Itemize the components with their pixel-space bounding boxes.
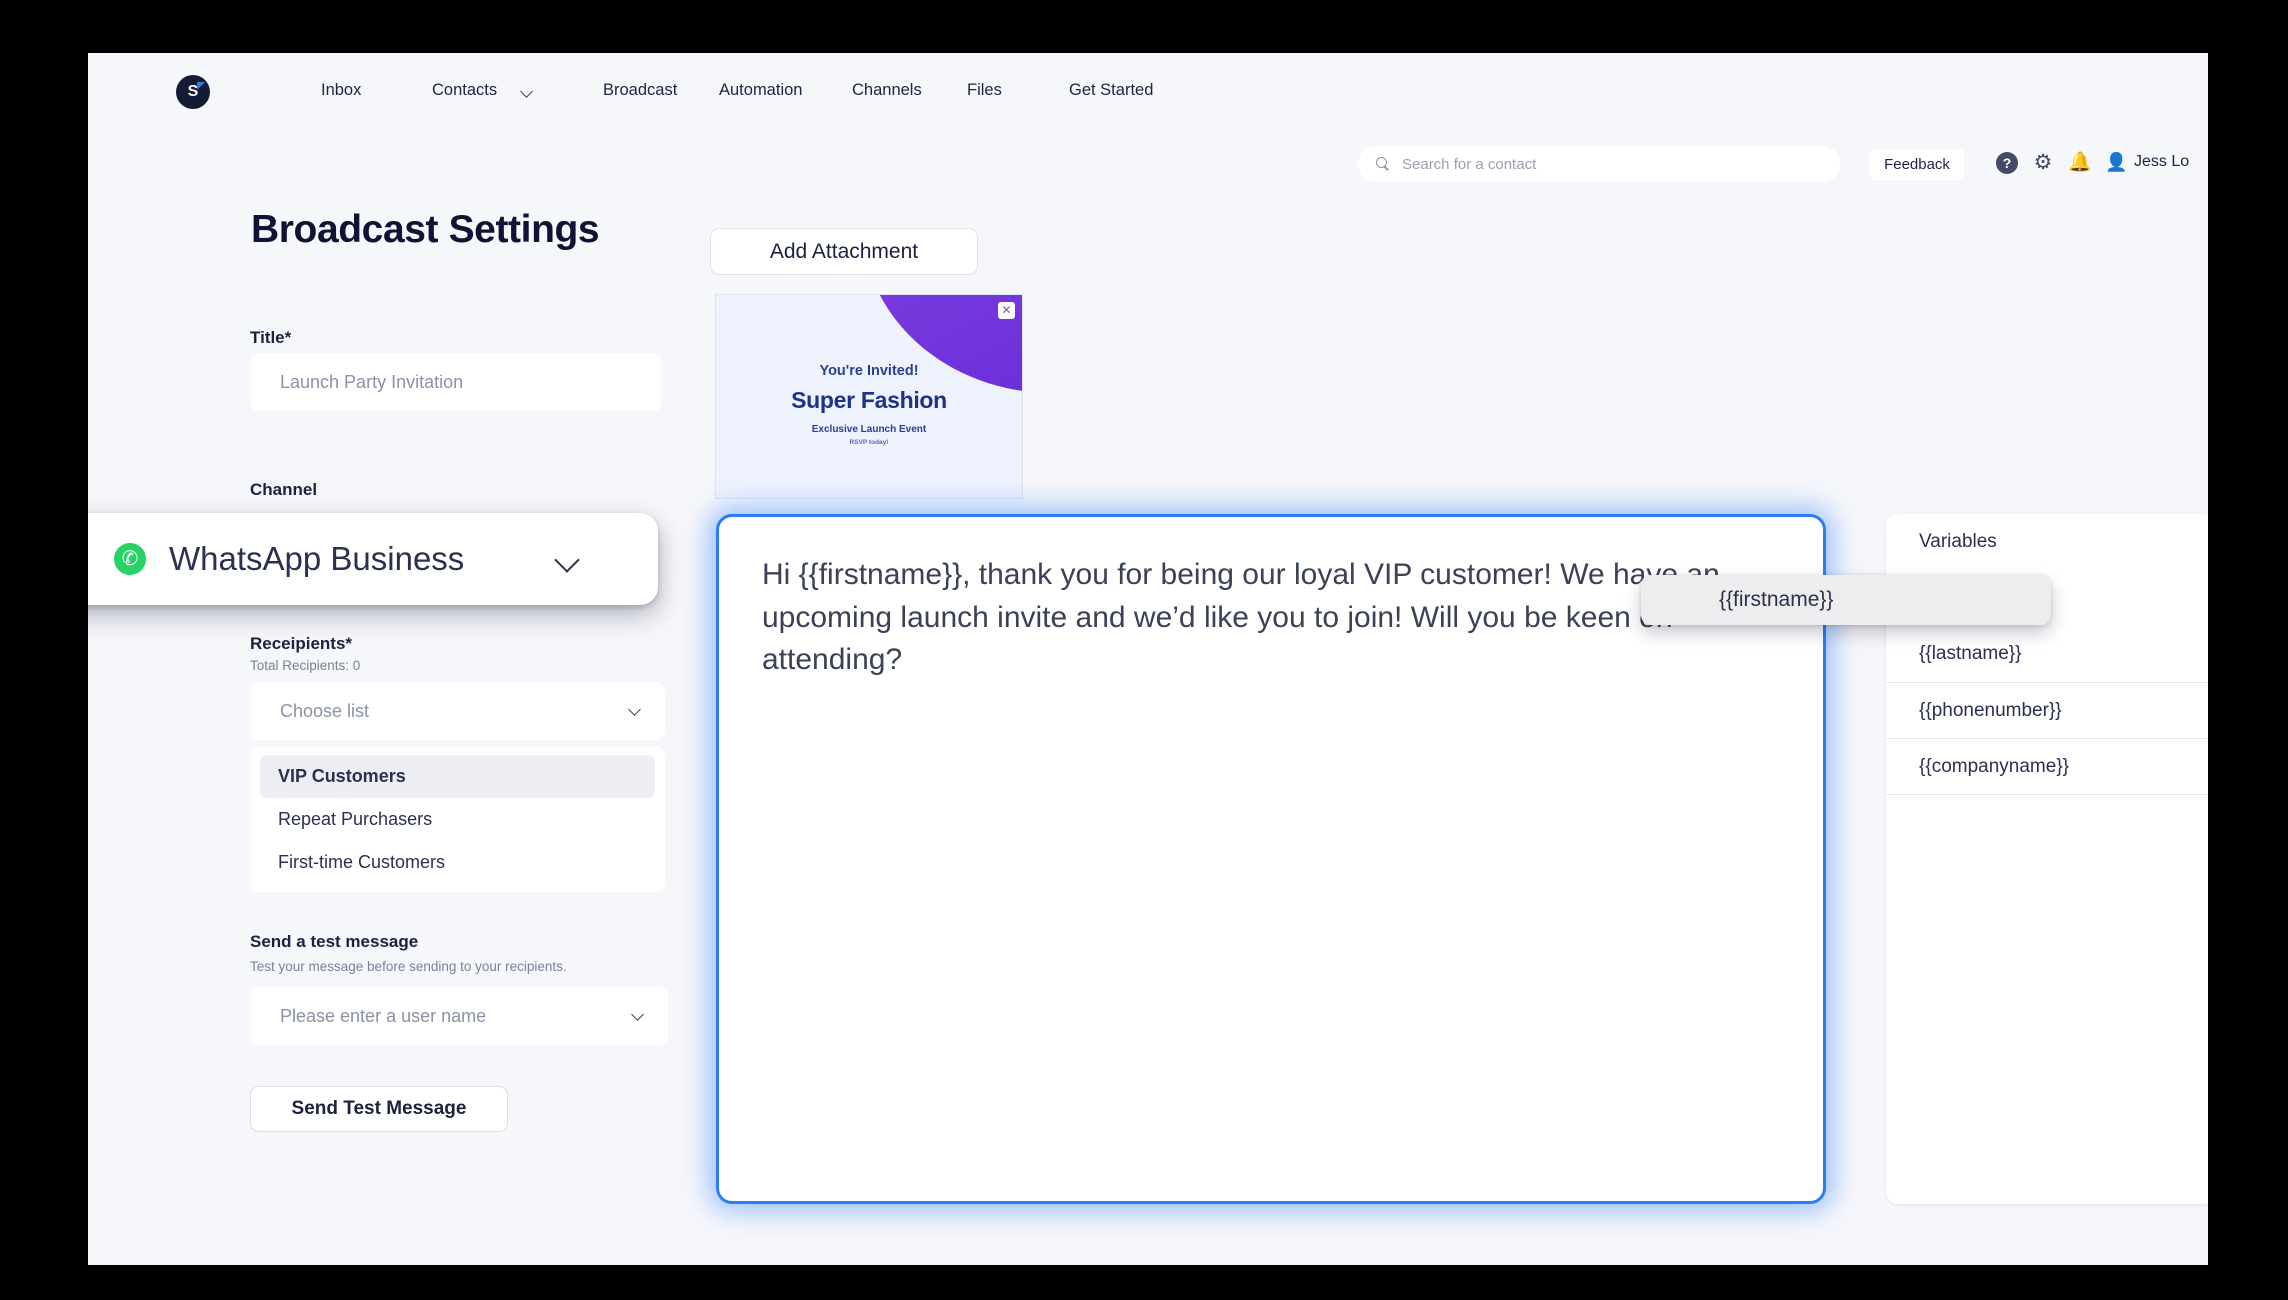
list-item[interactable]: First-time Customers (260, 841, 655, 884)
gear-icon[interactable]: ⚙ (2032, 152, 2054, 174)
send-test-message-label: Send a test message (250, 932, 419, 951)
message-editor-text[interactable]: Hi {{firstname}}, thank you for being ou… (762, 554, 1785, 682)
brand-logo-triangle-icon (197, 82, 205, 90)
test-user-chevron-down-icon (631, 1008, 644, 1021)
variables-panel-divider (1886, 794, 2208, 795)
attachment-rsvp-text: RSVP today! (849, 439, 889, 446)
variable-item-lastname[interactable]: {{lastname}} (1886, 626, 2208, 682)
whatsapp-icon: ✆ (114, 543, 146, 575)
nav-item-get-started[interactable]: Get Started (1069, 81, 1153, 100)
test-user-name-dropdown[interactable]: Please enter a user name (250, 987, 668, 1045)
nav-item-inbox[interactable]: Inbox (321, 81, 361, 100)
top-navigation-bar: S Inbox Contacts Broadcast Automation Ch… (88, 53, 2208, 131)
title-input-value: Launch Party Invitation (280, 371, 464, 392)
contacts-chevron-down-icon[interactable] (522, 87, 534, 94)
search-icon (1376, 157, 1390, 171)
variable-item-companyname[interactable]: {{companyname}} (1886, 738, 2208, 794)
help-icon[interactable]: ? (1996, 152, 2018, 174)
brand-logo-icon[interactable]: S (176, 75, 210, 109)
variable-firstname-magnified-overlay[interactable]: {{firstname}} (1641, 575, 2051, 625)
choose-list-chevron-down-icon (628, 703, 641, 716)
nav-item-channels[interactable]: Channels (852, 81, 922, 100)
nav-item-broadcast[interactable]: Broadcast (603, 81, 677, 100)
channel-selected-value: WhatsApp Business (169, 540, 465, 577)
nav-item-automation[interactable]: Automation (719, 81, 802, 100)
channel-dropdown-magnified-overlay[interactable]: ✆ WhatsApp Business (88, 513, 658, 605)
title-field-label: Title* (250, 328, 292, 347)
search-bar[interactable] (1358, 146, 1840, 182)
send-test-message-button[interactable]: Send Test Message (250, 1086, 508, 1132)
feedback-button[interactable]: Feedback (1870, 149, 1964, 180)
nav-item-files[interactable]: Files (967, 81, 1002, 100)
variables-panel-title: Variables (1919, 531, 1997, 552)
list-item[interactable]: Repeat Purchasers (260, 798, 655, 841)
add-attachment-button[interactable]: Add Attachment (710, 228, 978, 275)
send-test-message-description: Test your message before sending to your… (250, 959, 567, 974)
attachment-preview-card[interactable]: ✕ You're Invited! Super Fashion Exclusiv… (715, 294, 1023, 499)
choose-list-dropdown[interactable]: Choose list (250, 682, 665, 740)
recipients-field-label: Receipients* (250, 634, 353, 653)
nav-item-contacts[interactable]: Contacts (432, 81, 497, 100)
page-title: Broadcast Settings (251, 208, 600, 251)
user-name-label[interactable]: Jess Lo (2134, 153, 2189, 171)
bell-icon[interactable]: 🔔 (2068, 152, 2092, 174)
test-user-name-value: Please enter a user name (280, 1005, 487, 1026)
attachment-brand-text: Super Fashion (791, 387, 947, 413)
close-icon[interactable]: ✕ (998, 302, 1015, 319)
total-recipients-count: Total Recipients: 0 (250, 658, 361, 673)
title-input[interactable]: Launch Party Invitation (250, 353, 662, 411)
app-window: S Inbox Contacts Broadcast Automation Ch… (88, 53, 2208, 1265)
list-item[interactable]: VIP Customers (260, 755, 655, 798)
channel-chevron-down-icon[interactable] (554, 547, 580, 573)
search-input[interactable] (1402, 155, 1802, 173)
attachment-event-text: Exclusive Launch Event (811, 424, 927, 435)
attachment-eyebrow-text: You're Invited! (819, 363, 919, 379)
variable-item-phonenumber[interactable]: {{phonenumber}} (1886, 682, 2208, 738)
avatar[interactable]: 👤 (2105, 152, 2127, 173)
choose-list-value: Choose list (280, 700, 370, 721)
variable-firstname-label: {{firstname}} (1719, 588, 1834, 611)
recipient-list-options: VIP Customers Repeat Purchasers First-ti… (250, 747, 665, 892)
channel-field-label: Channel (250, 480, 318, 499)
